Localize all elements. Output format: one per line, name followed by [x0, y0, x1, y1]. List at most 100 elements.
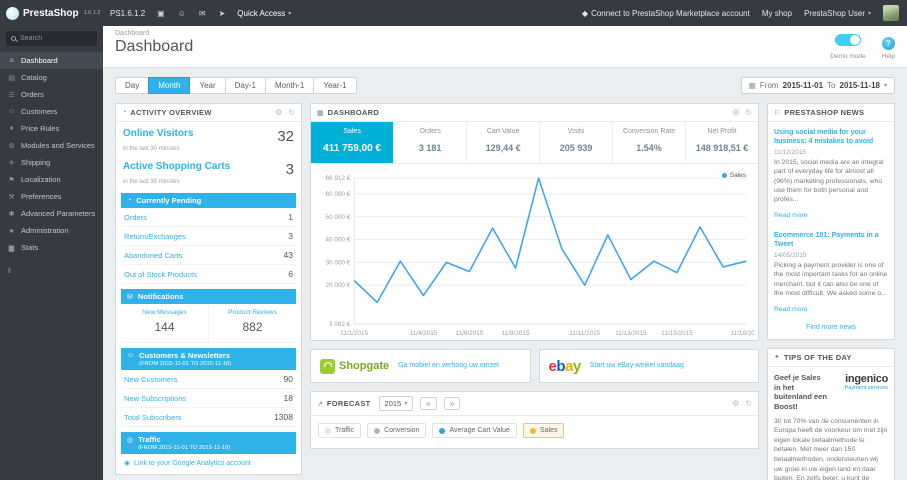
sidebar-item-price-rules[interactable]: ♦ Price Rules [0, 120, 103, 137]
google-analytics-link[interactable]: ◉ Link to your Google Analytics account [121, 454, 296, 474]
topbar-icons: ▣ ☺ ✉ ➤ [157, 9, 225, 18]
dashboard-content: ◔ ACTIVITY OVERVIEW ⚙ ↻ Online Visitors … [103, 103, 907, 480]
new-messages-stat[interactable]: New Messages 144 [121, 304, 208, 342]
marketplace-link[interactable]: ◆ Connect to PrestaShop Marketplace acco… [582, 9, 750, 18]
forecast-legend-average-cart-value[interactable]: Average Cart Value [432, 423, 517, 438]
sidebar-collapse-button[interactable]: ‖ [0, 268, 103, 275]
shopgate-promo-link[interactable]: Ga mobiel en verhoog uw omzet [398, 361, 499, 370]
date-range-picker[interactable]: ▦ From 2015-11-01 To 2015-11-18 ▾ [740, 77, 895, 94]
range-day-button[interactable]: Day [115, 77, 150, 94]
sidebar-item-advanced-parameters[interactable]: ✱ Advanced Parameters [0, 205, 103, 222]
forecast-prev-button[interactable]: « [420, 397, 437, 410]
kpi-net-profit[interactable]: Net Profit 148 918,51 € [686, 122, 758, 163]
find-more-news-link[interactable]: Find more news [768, 319, 894, 339]
kpi-orders[interactable]: Orders 3 181 [394, 122, 468, 163]
gear-icon[interactable]: ⚙ [732, 108, 739, 117]
sidebar-item-localization[interactable]: ⚑ Localization [0, 171, 103, 188]
gear-icon[interactable]: ⚙ [275, 108, 282, 117]
active-carts-metric[interactable]: Active Shopping Carts 3 [116, 155, 301, 178]
cart-icon[interactable]: ▣ [157, 9, 165, 18]
stats-icon: ▆ [8, 244, 15, 252]
out-of-stock-row[interactable]: Out of Stock Products 6 [121, 265, 296, 284]
svg-text:66 912 €: 66 912 € [325, 175, 350, 182]
forecast-next-button[interactable]: » [443, 397, 461, 410]
product-reviews-stat[interactable]: Product Reviews 882 [208, 304, 296, 342]
ebay-promo-link[interactable]: Start uw eBay-winkel vandaag [590, 361, 684, 370]
search-input[interactable] [20, 35, 92, 42]
topbar-right: ◆ Connect to PrestaShop Marketplace acco… [582, 5, 899, 21]
avatar[interactable] [883, 5, 899, 21]
forecast-legend-conversion[interactable]: Conversion [367, 423, 427, 438]
kpi-conversion-rate[interactable]: Conversion Rate 1.54% [613, 122, 687, 163]
kpi-visits[interactable]: Visits 205 939 [540, 122, 614, 163]
sidebar-item-customers[interactable]: ☺ Customers [0, 103, 103, 120]
mail-icon[interactable]: ✉ [199, 9, 206, 18]
range-day-1-button[interactable]: Day-1 [224, 77, 266, 94]
sidebar-item-catalog[interactable]: ▤ Catalog [0, 69, 103, 86]
pending-orders-row[interactable]: Orders 1 [121, 208, 296, 227]
gear-icon[interactable]: ⚙ [732, 399, 739, 408]
quick-access-menu[interactable]: Quick Access ▾ [237, 9, 291, 18]
sidebar-item-modules[interactable]: ⚙ Modules and Services [0, 137, 103, 154]
activity-panel-header: ◔ ACTIVITY OVERVIEW ⚙ ↻ [116, 104, 301, 122]
demo-mode-toggle[interactable] [834, 34, 861, 46]
range-month-1-button[interactable]: Month-1 [264, 77, 315, 94]
refresh-icon[interactable]: ↻ [745, 108, 752, 117]
my-shop-link[interactable]: My shop [762, 9, 792, 18]
new-subscriptions-row[interactable]: New Subscriptions 18 [121, 389, 296, 408]
sidebar-item-administration[interactable]: ★ Administration [0, 222, 103, 239]
rocket-icon[interactable]: ➤ [219, 9, 226, 18]
employee-icon[interactable]: ☺ [178, 9, 186, 18]
read-more-link[interactable]: Read more [774, 212, 808, 219]
sidebar-item-shipping[interactable]: ✈ Shipping [0, 154, 103, 171]
abandoned-carts-row[interactable]: Abandoned Carts 43 [121, 246, 296, 265]
trend-icon: ↗ [317, 400, 323, 408]
ebay-logo: ebay [548, 357, 582, 375]
new-customers-row[interactable]: New Customers 90 [121, 370, 296, 389]
kpi-cart-value[interactable]: Cart Value 129,44 € [467, 122, 541, 163]
sidebar-item-preferences[interactable]: ⚒ Preferences [0, 188, 103, 205]
refresh-icon[interactable]: ↻ [288, 108, 295, 117]
demo-mode-label: Demo mode [830, 53, 866, 60]
news-article-title[interactable]: Using social media for your business: 4 … [774, 128, 888, 146]
date-from: 2015-11-01 [782, 81, 824, 90]
refresh-icon[interactable]: ↻ [745, 399, 752, 408]
kpi-sales[interactable]: Sales 411 759,00 € [311, 122, 395, 163]
forecast-legend-traffic[interactable]: Traffic [318, 423, 362, 438]
topbar: PrestaShop 1.6.1.2 PS1.6.1.2 ▣ ☺ ✉ ➤ Qui… [0, 0, 907, 26]
news-article-title[interactable]: Ecommerce 101: Payments in a Tweet [774, 231, 888, 249]
orders-icon: ☰ [8, 91, 15, 99]
range-month-button[interactable]: Month [148, 77, 191, 94]
forecast-legend-sales[interactable]: Sales [522, 423, 565, 438]
shopgate-logo: Shopgate [320, 358, 389, 374]
forecast-legend: Traffic Conversion Average Cart Value Sa… [311, 416, 758, 448]
range-year-1-button[interactable]: Year-1 [313, 77, 357, 94]
sidebar-item-orders[interactable]: ☰ Orders [0, 86, 103, 103]
marketplace-icon: ◆ [581, 8, 589, 18]
range-year-button[interactable]: Year [189, 77, 226, 94]
help-icon[interactable]: ? [881, 37, 895, 50]
help-control: ? Help [882, 33, 895, 60]
right-column: ⚐ PRESTASHOP NEWS Using social media for… [767, 103, 895, 480]
total-subscribers-row[interactable]: Total Subscribers 1308 [121, 408, 296, 427]
svg-text:11/4/2015: 11/4/2015 [409, 330, 437, 337]
user-menu[interactable]: PrestaShop User ▾ [804, 9, 871, 18]
chevron-down-icon: ▾ [404, 401, 408, 407]
dashboard-icon: ⌂ [9, 57, 14, 64]
kpi-row: Sales 411 759,00 € Orders 3 181 Cart Val… [311, 122, 758, 164]
tip-body: 30 tot 70% van de consumenten in Europa … [774, 417, 888, 480]
sidebar-item-stats[interactable]: ▆ Stats [0, 239, 103, 256]
read-more-link[interactable]: Read more [774, 306, 808, 313]
chevron-down-icon: ▾ [883, 83, 887, 89]
brand[interactable]: PrestaShop 1.6.1.2 [6, 6, 100, 20]
online-visitors-metric[interactable]: Online Visitors 32 [116, 122, 301, 145]
forecast-year-select[interactable]: 2015 ▾ [378, 396, 414, 411]
date-to: 2015-11-18 [839, 81, 880, 90]
customers-newsletters-header: ☺ Customers & Newsletters (FROM 2015-11-… [121, 348, 296, 370]
sidebar: ⌂ Dashboard ▤ Catalog ☰ Orders ☺ Custome… [0, 26, 103, 480]
breadcrumb: Dashboard [115, 30, 150, 37]
shopgate-promo-panel: Shopgate Ga mobiel en verhoog uw omzet [310, 349, 531, 383]
pending-returns-row[interactable]: Return/Exchanges 3 [121, 227, 296, 246]
svg-text:3 082 €: 3 082 € [329, 321, 351, 328]
sidebar-item-dashboard[interactable]: ⌂ Dashboard [0, 52, 103, 69]
